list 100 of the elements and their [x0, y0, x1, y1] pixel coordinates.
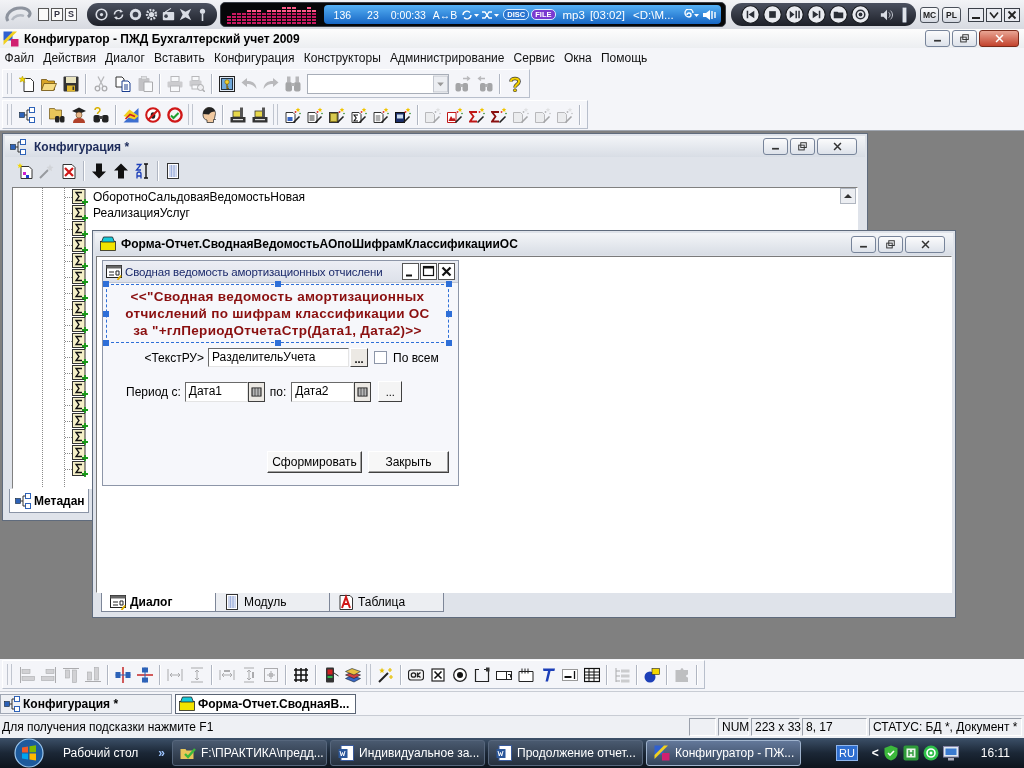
previous-icon[interactable] [740, 5, 760, 24]
wand-picture-icon[interactable] [447, 106, 463, 123]
resize-handle[interactable] [446, 310, 452, 317]
start-button-icon[interactable] [12, 738, 46, 768]
resize-handle[interactable] [103, 310, 109, 317]
resize-handle[interactable] [274, 281, 281, 287]
minimize-button[interactable] [925, 30, 950, 47]
input-field[interactable]: РазделительУчета [208, 348, 349, 367]
mode-button[interactable]: S [65, 8, 77, 21]
sigma-document-icon[interactable] [72, 413, 88, 429]
panel-button[interactable]: MC [920, 6, 939, 23]
group-box-icon[interactable] [474, 666, 490, 683]
date-field[interactable]: Дата2 [291, 381, 355, 402]
sigma-document-icon[interactable] [72, 253, 88, 269]
resize-handle[interactable] [103, 281, 109, 287]
minimize-icon[interactable] [968, 7, 984, 22]
ring-icon[interactable] [128, 8, 142, 21]
menu-item[interactable]: Файл [0, 51, 39, 65]
period-button[interactable]: ... [378, 381, 403, 402]
open-folder-icon[interactable] [828, 5, 848, 24]
collapse-icon[interactable] [986, 7, 1002, 22]
close-button[interactable]: Закрыть [368, 451, 449, 473]
minimize-button[interactable] [851, 235, 876, 253]
close-button[interactable] [979, 30, 1019, 47]
restore-icon[interactable] [959, 33, 970, 44]
repeat-icon[interactable] [461, 8, 480, 21]
language-indicator[interactable]: RU [835, 745, 858, 761]
text-label-icon[interactable] [540, 666, 556, 683]
wand-card-icon[interactable] [395, 106, 411, 123]
date-field[interactable]: Дата1 [184, 381, 248, 402]
close-button[interactable] [817, 138, 857, 155]
wand-document-icon[interactable] [285, 106, 301, 123]
resize-handle[interactable] [446, 281, 452, 287]
generate-button[interactable]: Сформировать [267, 451, 362, 473]
framed-key-icon[interactable] [219, 75, 235, 92]
menu-item[interactable]: Вставить [149, 51, 210, 65]
table-icon[interactable] [584, 666, 600, 683]
new-item-icon[interactable] [17, 163, 33, 179]
checkbox-icon[interactable] [430, 666, 446, 683]
disc-icon[interactable] [95, 8, 108, 21]
up-arrow-icon[interactable] [113, 163, 129, 179]
grid-icon[interactable] [293, 666, 309, 683]
chart-icon[interactable] [123, 106, 139, 123]
sigma-document-icon[interactable] [72, 365, 88, 381]
resize-handle[interactable] [446, 340, 452, 346]
close-button[interactable] [905, 235, 945, 253]
sigma-document-icon[interactable] [72, 381, 88, 397]
sigma-document-icon[interactable] [72, 333, 88, 349]
tree-diagram-icon[interactable] [19, 106, 35, 123]
panel-button[interactable]: PL [942, 6, 961, 23]
shapes-icon[interactable] [644, 666, 660, 683]
minimize-button[interactable] [763, 138, 788, 155]
tabbed-frame-icon[interactable] [518, 666, 534, 683]
browse-button[interactable]: ... [350, 348, 368, 367]
menu-item[interactable]: Помощь [596, 51, 652, 65]
overflow-button[interactable]: » [158, 746, 165, 760]
tab[interactable]: Метадан [9, 489, 89, 513]
restore-icon[interactable] [885, 238, 896, 250]
tab[interactable]: Таблица [329, 593, 444, 612]
volume-icon[interactable] [879, 7, 894, 22]
ring-icon[interactable] [922, 745, 939, 761]
sigma-document-icon[interactable] [72, 269, 88, 285]
mode-button[interactable]: P [51, 8, 63, 21]
resize-handle[interactable] [103, 340, 109, 346]
window-tab[interactable]: Форма-Отчет.СводнаяВ... [175, 694, 357, 714]
star-icon[interactable] [178, 8, 192, 21]
menu-item[interactable]: Действия [38, 51, 101, 65]
restore-button[interactable] [952, 30, 977, 47]
record-icon[interactable] [850, 5, 870, 24]
show-hidden-icons-button[interactable]: < [871, 746, 879, 760]
taskbar-button[interactable]: Индивидуальное за... [330, 740, 485, 766]
center-vertical-icon[interactable] [115, 666, 131, 683]
menu-item[interactable]: Администрирование [385, 51, 509, 65]
delete-document-icon[interactable] [61, 163, 77, 179]
tree-item[interactable]: РеализацияУслуг [93, 206, 190, 220]
checkbox[interactable] [374, 351, 387, 364]
blank-button-icon[interactable] [38, 8, 49, 21]
push-button-icon[interactable] [408, 666, 424, 683]
wand-sigma-icon[interactable] [351, 106, 367, 123]
taskbar-button[interactable]: Продолжение отчет... [488, 740, 643, 766]
shield-icon[interactable] [882, 745, 899, 761]
sort-icon[interactable] [135, 163, 151, 179]
taskbar-button[interactable]: Конфигуратор - ПЖ... [646, 740, 801, 766]
monitor-icon[interactable] [942, 745, 959, 761]
play-pause-icon[interactable] [784, 5, 804, 24]
menu-item[interactable]: Окна [559, 51, 597, 65]
tab[interactable]: Модуль [215, 593, 330, 612]
ab-repeat-toggle[interactable]: A↔B [432, 8, 458, 21]
calendar-icon[interactable] [354, 381, 372, 402]
restore-icon[interactable] [797, 141, 808, 152]
question-mark-icon[interactable] [507, 75, 523, 92]
document-icon[interactable] [165, 163, 181, 179]
close-icon[interactable] [1004, 7, 1020, 22]
copy-icon[interactable] [115, 75, 131, 92]
device-icon[interactable] [323, 666, 339, 683]
restore-button[interactable] [878, 235, 903, 253]
wand-sigma-icon[interactable] [491, 106, 507, 123]
ring-check-icon[interactable] [167, 106, 183, 123]
resize-handle[interactable] [274, 340, 281, 346]
close-icon[interactable] [438, 263, 455, 280]
